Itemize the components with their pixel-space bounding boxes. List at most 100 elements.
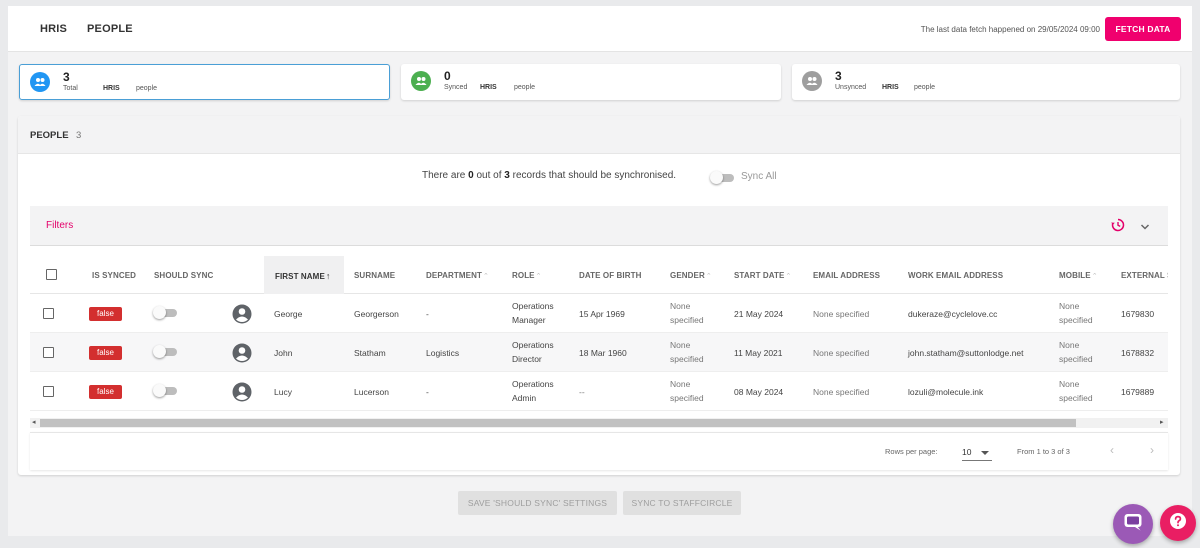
select-all-checkbox[interactable] — [46, 269, 57, 280]
col-gender[interactable]: GENDER⌃ — [670, 256, 712, 294]
stat-label: Synced — [444, 84, 468, 91]
chevron-left-icon[interactable]: ‹ — [1110, 443, 1114, 457]
history-icon[interactable] — [1111, 218, 1125, 237]
date-of-birth: 15 Apr 1969 — [579, 309, 625, 319]
account-circle-icon — [232, 304, 252, 324]
stat-count: 3 — [835, 69, 842, 83]
stat-source: HRIS — [882, 84, 899, 91]
surname: Lucerson — [354, 387, 389, 397]
role: Operations Manager — [512, 301, 554, 325]
app-window: HRIS PEOPLE The last data fetch happened… — [8, 6, 1192, 536]
external-id: 1678832 — [1121, 348, 1155, 358]
col-is-synced[interactable]: IS SYNCED — [92, 256, 136, 294]
should-sync-toggle[interactable] — [153, 306, 179, 319]
people-panel: PEOPLE 3 There are 0 out of 3 records th… — [18, 116, 1180, 475]
stat-unit: people — [514, 84, 536, 91]
table-row[interactable]: false George Georgerson - Operations Mana… — [30, 294, 1168, 333]
row-checkbox[interactable] — [43, 308, 54, 319]
tab-people[interactable]: PEOPLE — [87, 23, 133, 35]
row-checkbox[interactable] — [43, 347, 54, 358]
col-dob[interactable]: DATE OF BIRTH — [579, 256, 641, 294]
is-synced-badge: false — [89, 385, 122, 399]
col-role[interactable]: ROLE⌃ — [512, 256, 542, 294]
chevron-right-icon[interactable]: › — [1150, 443, 1154, 457]
gender: None specified — [670, 301, 704, 325]
help-button[interactable] — [1160, 505, 1196, 541]
stat-label: Total — [63, 85, 78, 92]
filters-label[interactable]: Filters — [46, 220, 73, 231]
group-icon — [802, 71, 822, 91]
stat-unit: people — [136, 85, 158, 92]
col-should-sync[interactable]: SHOULD SYNC — [154, 256, 213, 294]
is-synced-badge: false — [89, 346, 122, 360]
account-circle-icon — [232, 382, 252, 402]
table-row[interactable]: false Lucy Lucerson - Operations Admin --… — [30, 372, 1168, 411]
fetch-data-button[interactable]: FETCH DATA — [1105, 17, 1181, 41]
row-checkbox[interactable] — [43, 386, 54, 397]
work-email: lozuli@molecule.ink — [908, 387, 984, 397]
department: Logistics — [426, 348, 460, 358]
department: - — [426, 309, 429, 319]
col-external[interactable]: EXTERNAL SY — [1121, 256, 1168, 294]
tab-hris[interactable]: HRIS — [40, 23, 67, 35]
email: None specified — [813, 348, 870, 358]
should-sync-toggle[interactable] — [153, 384, 179, 397]
sync-to-staffcircle-button[interactable]: SYNC TO STAFFCIRCLE — [623, 491, 741, 515]
pagination: Rows per page: 10 From 1 to 3 of 3 ‹ › — [30, 432, 1168, 470]
first-name: Lucy — [274, 387, 292, 397]
external-id: 1679830 — [1121, 309, 1155, 319]
table-row[interactable]: false John Statham Logistics Operations D… — [30, 333, 1168, 372]
sync-all-toggle[interactable] — [710, 171, 736, 184]
chat-bubble-icon — [1123, 512, 1143, 537]
gender: None specified — [670, 340, 704, 364]
rows-per-page-select[interactable]: 10 — [962, 445, 992, 461]
stat-count: 3 — [63, 70, 70, 84]
scrollbar-thumb[interactable] — [40, 419, 1076, 427]
col-work-email[interactable]: WORK EMAIL ADDRESS — [908, 256, 1003, 294]
date-of-birth: -- — [579, 387, 585, 397]
page-range: From 1 to 3 of 3 — [1017, 447, 1070, 456]
dropdown-arrow-icon — [981, 451, 989, 455]
surname: Georgerson — [354, 309, 399, 319]
stat-card-total[interactable]: 3 Total HRIS people — [19, 64, 390, 100]
chat-button[interactable] — [1113, 504, 1153, 544]
chevron-down-icon[interactable] — [1140, 219, 1150, 237]
stat-unit: people — [914, 84, 936, 91]
group-icon — [411, 71, 431, 91]
scroll-right-icon[interactable]: ▸ — [1160, 418, 1164, 428]
should-sync-toggle[interactable] — [153, 345, 179, 358]
stat-count: 0 — [444, 69, 451, 83]
scroll-left-icon[interactable]: ◂ — [32, 418, 36, 428]
horizontal-scrollbar[interactable]: ◂ ▸ — [30, 418, 1168, 428]
stat-card-unsynced[interactable]: 3 Unsynced HRIS people — [792, 64, 1180, 100]
email: None specified — [813, 387, 870, 397]
sync-all-label: Sync All — [741, 171, 777, 182]
panel-title: PEOPLE — [30, 130, 69, 141]
col-mobile[interactable]: MOBILE⌃ — [1059, 256, 1098, 294]
stat-source: HRIS — [103, 85, 120, 92]
action-bar: SAVE 'SHOULD SYNC' SETTINGS SYNC TO STAF… — [8, 486, 1192, 536]
people-table: IS SYNCED SHOULD SYNC FIRST NAME↑ SURNAM… — [30, 256, 1168, 414]
start-date: 08 May 2024 — [734, 387, 784, 397]
col-first-name[interactable]: FIRST NAME↑ — [264, 256, 344, 294]
external-id: 1679889 — [1121, 387, 1155, 397]
mobile: None specified — [1059, 379, 1093, 403]
col-email[interactable]: EMAIL ADDRESS — [813, 256, 880, 294]
stat-label: Unsynced — [835, 84, 867, 91]
stat-card-synced[interactable]: 0 Synced HRIS people — [401, 64, 781, 100]
save-should-sync-button[interactable]: SAVE 'SHOULD SYNC' SETTINGS — [458, 491, 617, 515]
filters-bar[interactable]: Filters — [30, 206, 1168, 246]
panel-header: PEOPLE 3 — [18, 116, 1180, 154]
mobile: None specified — [1059, 340, 1093, 364]
role: Operations Admin — [512, 379, 554, 403]
account-circle-icon — [232, 343, 252, 363]
col-surname[interactable]: SURNAME — [354, 256, 395, 294]
table-header: IS SYNCED SHOULD SYNC FIRST NAME↑ SURNAM… — [30, 256, 1168, 294]
is-synced-badge: false — [89, 307, 122, 321]
first-name: John — [274, 348, 293, 358]
top-bar: HRIS PEOPLE The last data fetch happened… — [8, 6, 1192, 52]
col-department[interactable]: DEPARTMENT⌃ — [426, 256, 489, 294]
col-start-date[interactable]: START DATE⌃ — [734, 256, 791, 294]
work-email: dukeraze@cyclelove.cc — [908, 309, 998, 319]
first-name: George — [274, 309, 303, 319]
